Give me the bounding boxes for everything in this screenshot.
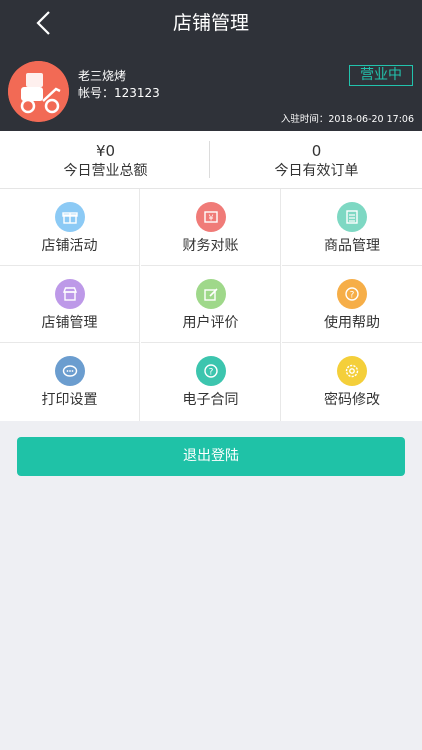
gear-icon [337,356,367,386]
account-number: 帐号：123123 [78,86,160,100]
avatar [8,61,69,122]
menu-change-password[interactable]: 密码修改 [282,343,422,421]
delivery-scooter-icon [8,61,69,122]
finance-icon: ¥ [195,202,226,232]
function-grid: 店铺活动 ¥ 财务对账 商品管理 店铺管理 用户评价 ? 使用帮助 打印设置 ?… [0,189,422,421]
menu-goods[interactable]: 商品管理 [282,189,422,266]
menu-label: 电子合同 [182,392,239,408]
menu-e-contract[interactable]: ? 电子合同 [141,343,281,421]
svg-text:?: ? [350,291,355,301]
orders-label: 今日有效订单 [274,163,359,179]
edit-icon [195,279,226,309]
revenue-value: ¥0 [95,142,116,160]
menu-print-settings[interactable]: 打印设置 [0,343,140,421]
menu-shop-manage[interactable]: 店铺管理 [0,266,140,343]
store-icon [54,279,85,309]
revenue-label: 今日营业总额 [63,163,148,179]
menu-help[interactable]: ? 使用帮助 [282,266,422,343]
page-title: 店铺管理 [172,12,249,34]
menu-label: 店铺活动 [41,238,98,254]
profile-header: 店铺管理 老三烧烤 帐号：123123 营业中 入驻时间：2018-06-20 … [0,0,422,131]
question-icon: ? [337,279,367,309]
question-icon: ? [195,356,226,386]
today-stats: ¥0 今日营业总额 0 今日有效订单 [0,131,422,189]
menu-label: 用户评价 [182,315,239,331]
stats-divider [209,141,210,178]
menu-label: 打印设置 [41,392,98,408]
menu-label: 使用帮助 [324,315,380,331]
orders-value: 0 [311,142,322,160]
menu-finance[interactable]: ¥ 财务对账 [141,189,281,266]
shop-name: 老三烧烤 [78,69,127,83]
status-badge[interactable]: 营业中 [349,65,413,86]
menu-shop-activity[interactable]: 店铺活动 [0,189,140,266]
menu-label: 财务对账 [182,238,239,254]
menu-label: 商品管理 [324,238,380,254]
menu-label: 店铺管理 [41,315,98,331]
menu-label: 密码修改 [324,392,380,408]
chat-icon [54,356,85,386]
revenue-stat: ¥0 今日营业总额 [0,131,211,188]
list-icon [337,202,367,232]
join-time: 入驻时间：2018-06-20 17:06 [280,114,414,125]
gift-icon [54,202,85,232]
orders-stat: 0 今日有效订单 [211,131,422,188]
logout-button[interactable]: 退出登陆 [17,437,405,476]
svg-text:?: ? [208,368,213,378]
svg-text:¥: ¥ [208,214,213,223]
menu-reviews[interactable]: 用户评价 [141,266,281,343]
